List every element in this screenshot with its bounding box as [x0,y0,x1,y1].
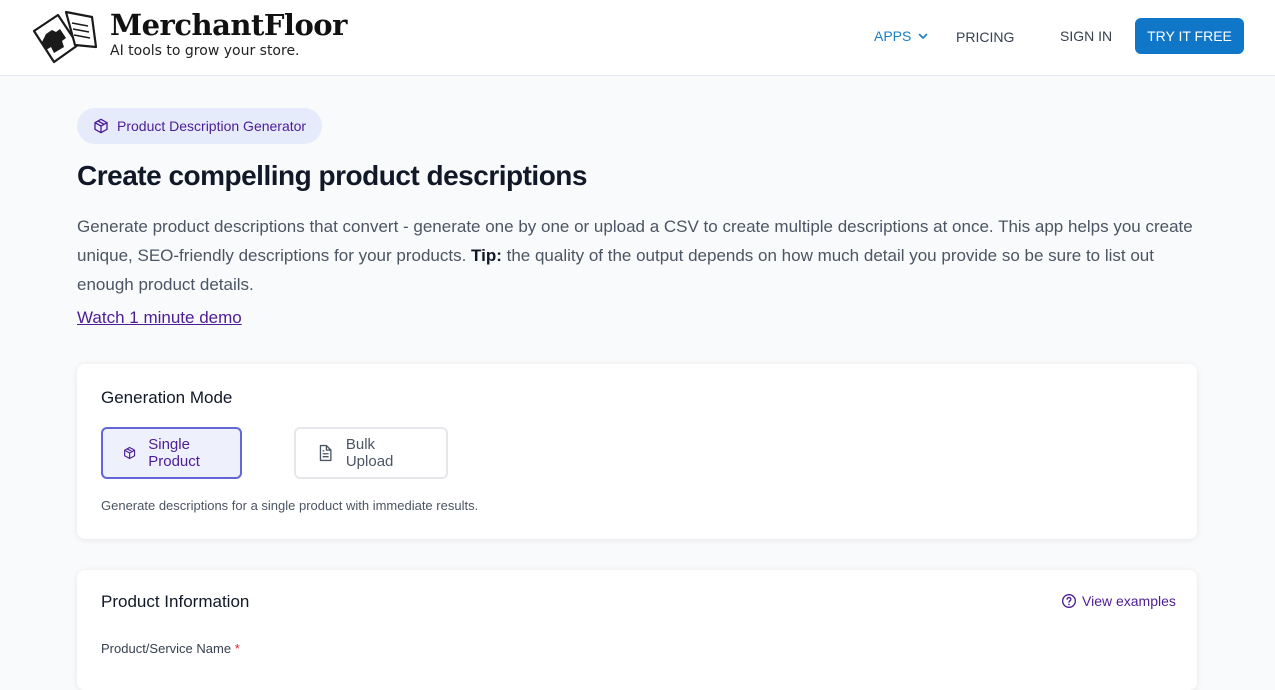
nav-sign-in-link[interactable]: SIGN IN [1060,28,1112,44]
watch-demo-link[interactable]: Watch 1 minute demo [77,308,242,328]
try-it-free-button[interactable]: TRY IT FREE [1135,18,1244,54]
merchantfloor-logo-icon[interactable] [30,7,102,67]
generation-mode-hint: Generate descriptions for a single produ… [101,498,479,513]
nav-apps-label: APPS [874,28,912,44]
brand-tagline: AI tools to grow your store. [110,43,300,59]
top-navigation-bar: MerchantFloor AI tools to grow your stor… [0,0,1275,76]
tip-label: Tip: [471,246,502,265]
bulk-upload-button[interactable]: Bulk Upload [294,427,448,479]
generation-mode-title: Generation Mode [101,388,233,407]
brand-name[interactable]: MerchantFloor [110,8,347,42]
view-examples-link[interactable]: View examples [1061,593,1176,609]
required-mark: * [234,641,240,656]
document-icon [319,444,332,462]
product-information-card: Product Information View examples Produc… [77,570,1197,690]
app-category-pill: Product Description Generator [77,108,323,144]
chevron-down-icon [919,33,928,39]
page-description: Generate product descriptions that conve… [77,212,1202,299]
bulk-upload-label: Bulk Upload [345,436,394,470]
single-product-button[interactable]: Single Product [101,427,242,479]
product-name-label: Product/Service Name * [101,641,240,656]
generation-mode-card: Generation Mode Single Product Bulk Uplo… [77,364,1197,539]
cube-icon [94,118,108,134]
view-examples-label: View examples [1082,593,1176,609]
nav-pricing-link[interactable]: PRICING [956,29,1014,45]
product-information-title: Product Information [101,592,250,611]
single-product-label: Single Product [148,436,200,470]
help-circle-icon [1062,594,1076,608]
nav-apps-menu[interactable]: APPS [874,28,929,44]
product-name-label-text: Product/Service Name [101,641,232,656]
pill-label: Product Description Generator [117,118,307,134]
page-title: Create compelling product descriptions [77,160,587,191]
cube-icon [124,446,136,460]
